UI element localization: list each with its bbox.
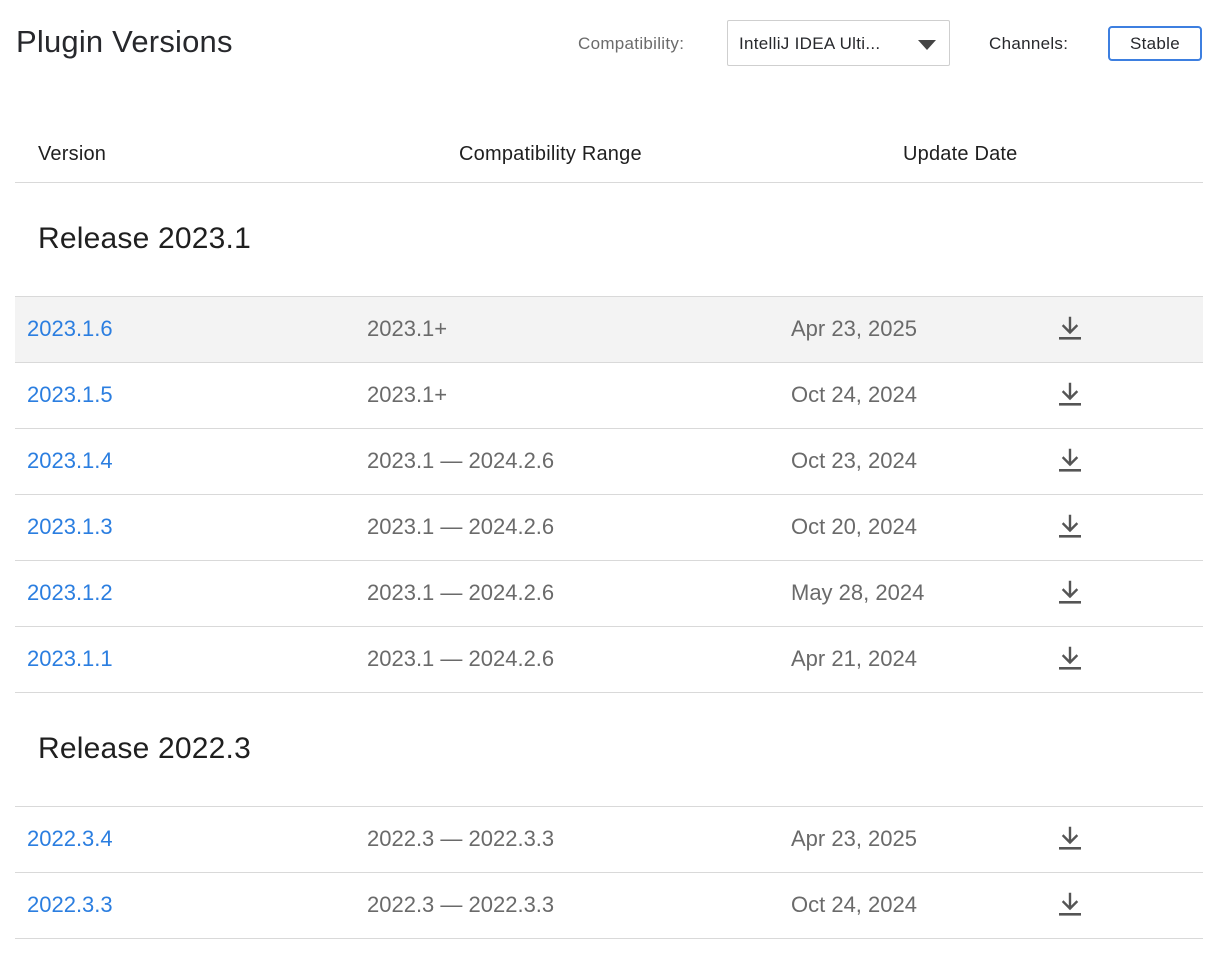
download-icon[interactable] (1058, 316, 1082, 342)
download-icon[interactable] (1058, 826, 1082, 852)
row-divider (15, 938, 1203, 939)
channel-stable-button[interactable]: Stable (1108, 26, 1202, 61)
channels-label: Channels: (989, 34, 1069, 53)
header-divider (15, 182, 1203, 183)
version-link[interactable]: 2023.1.2 (27, 580, 113, 606)
update-date: Apr 23, 2025 (791, 826, 917, 851)
table-row: 2023.1.1 2023.1 — 2024.2.6 Apr 21, 2024 (15, 627, 1203, 692)
chevron-down-icon (918, 40, 936, 50)
download-icon[interactable] (1058, 892, 1082, 918)
compatibility-range: 2022.3 — 2022.3.3 (367, 826, 555, 851)
update-date: Apr 21, 2024 (791, 646, 917, 671)
update-date: Oct 24, 2024 (791, 382, 917, 407)
page-header: Plugin Versions Compatibility: IntelliJ … (0, 0, 1220, 90)
update-date: May 28, 2024 (791, 580, 925, 605)
table-row: 2022.3.4 2022.3 — 2022.3.3 Apr 23, 2025 (15, 807, 1203, 872)
download-icon[interactable] (1058, 646, 1082, 672)
compatibility-range: 2023.1 — 2024.2.6 (367, 514, 555, 539)
update-date: Oct 24, 2024 (791, 892, 917, 917)
release-group-title: Release 2022.3 (38, 732, 251, 765)
version-link[interactable]: 2023.1.6 (27, 316, 113, 342)
page-title: Plugin Versions (16, 24, 233, 59)
download-icon[interactable] (1058, 448, 1082, 474)
download-icon[interactable] (1058, 382, 1082, 408)
column-header-version: Version (38, 143, 107, 165)
table-row: 2023.1.5 2023.1+ Oct 24, 2024 (15, 363, 1203, 428)
compatibility-range: 2023.1 — 2024.2.6 (367, 646, 555, 671)
compatibility-range: 2023.1+ (367, 382, 448, 407)
download-icon[interactable] (1058, 514, 1082, 540)
table-row: 2022.3.3 2022.3 — 2022.3.3 Oct 24, 2024 (15, 873, 1203, 938)
update-date: Oct 20, 2024 (791, 514, 917, 539)
table-row: 2023.1.2 2023.1 — 2024.2.6 May 28, 2024 (15, 561, 1203, 626)
version-link[interactable]: 2022.3.3 (27, 892, 113, 918)
compatibility-range: 2023.1 — 2024.2.6 (367, 448, 555, 473)
table-row: 2023.1.4 2023.1 — 2024.2.6 Oct 23, 2024 (15, 429, 1203, 494)
compatibility-select-value: IntelliJ IDEA Ulti... (739, 34, 881, 53)
compatibility-select[interactable]: IntelliJ IDEA Ulti... (727, 20, 950, 66)
release-group-title: Release 2023.1 (38, 222, 251, 255)
update-date: Oct 23, 2024 (791, 448, 917, 473)
column-header-compatibility-range: Compatibility Range (459, 143, 642, 165)
version-link[interactable]: 2023.1.5 (27, 382, 113, 408)
table-row: 2023.1.6 2023.1+ Apr 23, 2025 (15, 297, 1203, 362)
table-row: 2023.1.3 2023.1 — 2024.2.6 Oct 20, 2024 (15, 495, 1203, 560)
row-divider (15, 692, 1203, 693)
update-date: Apr 23, 2025 (791, 316, 917, 341)
compatibility-range: 2023.1 — 2024.2.6 (367, 580, 555, 605)
version-link[interactable]: 2023.1.3 (27, 514, 113, 540)
version-link[interactable]: 2023.1.1 (27, 646, 113, 672)
compatibility-range: 2023.1+ (367, 316, 448, 341)
version-link[interactable]: 2023.1.4 (27, 448, 113, 474)
compatibility-range: 2022.3 — 2022.3.3 (367, 892, 555, 917)
version-link[interactable]: 2022.3.4 (27, 826, 113, 852)
download-icon[interactable] (1058, 580, 1082, 606)
column-header-update-date: Update Date (903, 143, 1018, 165)
compatibility-label: Compatibility: (578, 34, 685, 53)
